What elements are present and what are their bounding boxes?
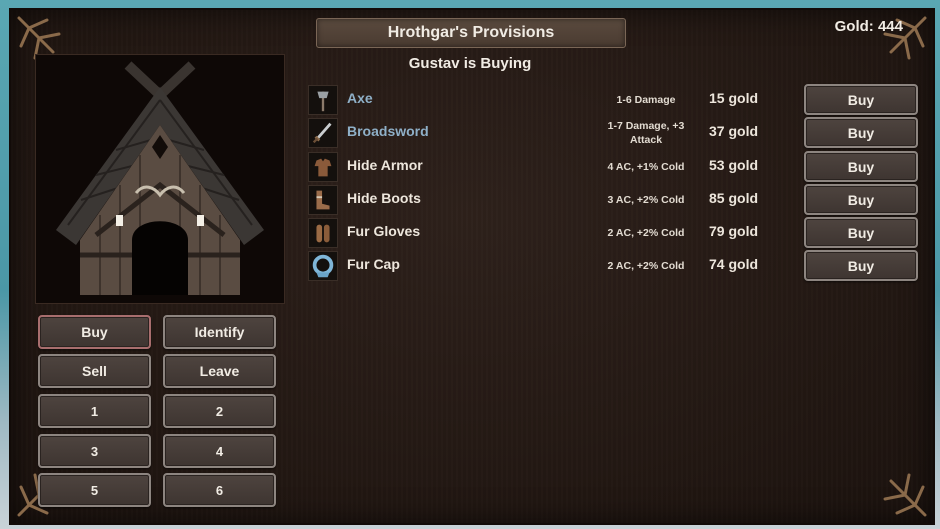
sell-button[interactable]: Sell [38,354,151,388]
item-name[interactable]: Broadsword [347,123,429,139]
gloves-icon [308,218,338,248]
item-price: 37 gold [709,123,759,139]
identify-button[interactable]: Identify [163,315,276,349]
item-price: 53 gold [709,157,759,173]
buy-item-button[interactable]: Buy [804,151,918,182]
shop-title: Hrothgar's Provisions [316,18,626,48]
party-slot-1-button[interactable]: 1 [38,394,151,428]
item-name[interactable]: Hide Armor [347,157,423,173]
party-slot-4-button[interactable]: 4 [163,434,276,468]
item-row-axe: Axe 1-6 Damage 15 gold Buy [308,84,922,116]
longhouse-icon [36,55,284,303]
item-stats: 2 AC, +2% Cold [607,260,685,272]
corner-ornament-icon [873,463,931,521]
shop-portrait [35,54,285,304]
axe-icon [308,85,338,115]
item-row-fur-gloves: Fur Gloves 2 AC, +2% Cold 79 gold Buy [308,217,922,249]
item-row-hide-boots: Hide Boots 3 AC, +2% Cold 85 gold Buy [308,184,922,216]
item-row-broadsword: Broadsword 1-7 Damage, +3 Attack 37 gold… [308,117,922,149]
party-slot-2-button[interactable]: 2 [163,394,276,428]
item-price: 15 gold [709,90,759,106]
cap-icon [308,251,338,281]
buy-item-button[interactable]: Buy [804,84,918,115]
item-price: 85 gold [709,190,759,206]
sword-icon [308,118,338,148]
item-name[interactable]: Axe [347,90,373,106]
item-stats: 1-7 Damage, +3 Attack [607,120,685,146]
shop-panel: Hrothgar's Provisions Gold: 444 Gustav i… [9,8,935,525]
item-price: 79 gold [709,223,759,239]
item-name[interactable]: Hide Boots [347,190,421,206]
buy-item-button[interactable]: Buy [804,117,918,148]
gold-counter: Gold: 444 [834,18,903,35]
item-row-hide-armor: Hide Armor 4 AC, +1% Cold 53 gold Buy [308,151,922,183]
buy-mode-button[interactable]: Buy [38,315,151,349]
buyer-heading: Gustav is Buying [408,55,532,72]
item-stats: 4 AC, +1% Cold [607,161,685,173]
armor-icon [308,152,338,182]
item-name[interactable]: Fur Cap [347,256,400,272]
party-slot-5-button[interactable]: 5 [38,473,151,507]
buy-item-button[interactable]: Buy [804,217,918,248]
leave-button[interactable]: Leave [163,354,276,388]
item-row-fur-cap: Fur Cap 2 AC, +2% Cold 74 gold Buy [308,250,922,282]
boots-icon [308,185,338,215]
item-name[interactable]: Fur Gloves [347,223,420,239]
buy-item-button[interactable]: Buy [804,250,918,281]
item-stats: 3 AC, +2% Cold [607,194,685,206]
item-price: 74 gold [709,256,759,272]
party-slot-6-button[interactable]: 6 [163,473,276,507]
buy-item-button[interactable]: Buy [804,184,918,215]
party-slot-3-button[interactable]: 3 [38,434,151,468]
item-stats: 2 AC, +2% Cold [607,227,685,239]
item-stats: 1-6 Damage [616,94,676,106]
